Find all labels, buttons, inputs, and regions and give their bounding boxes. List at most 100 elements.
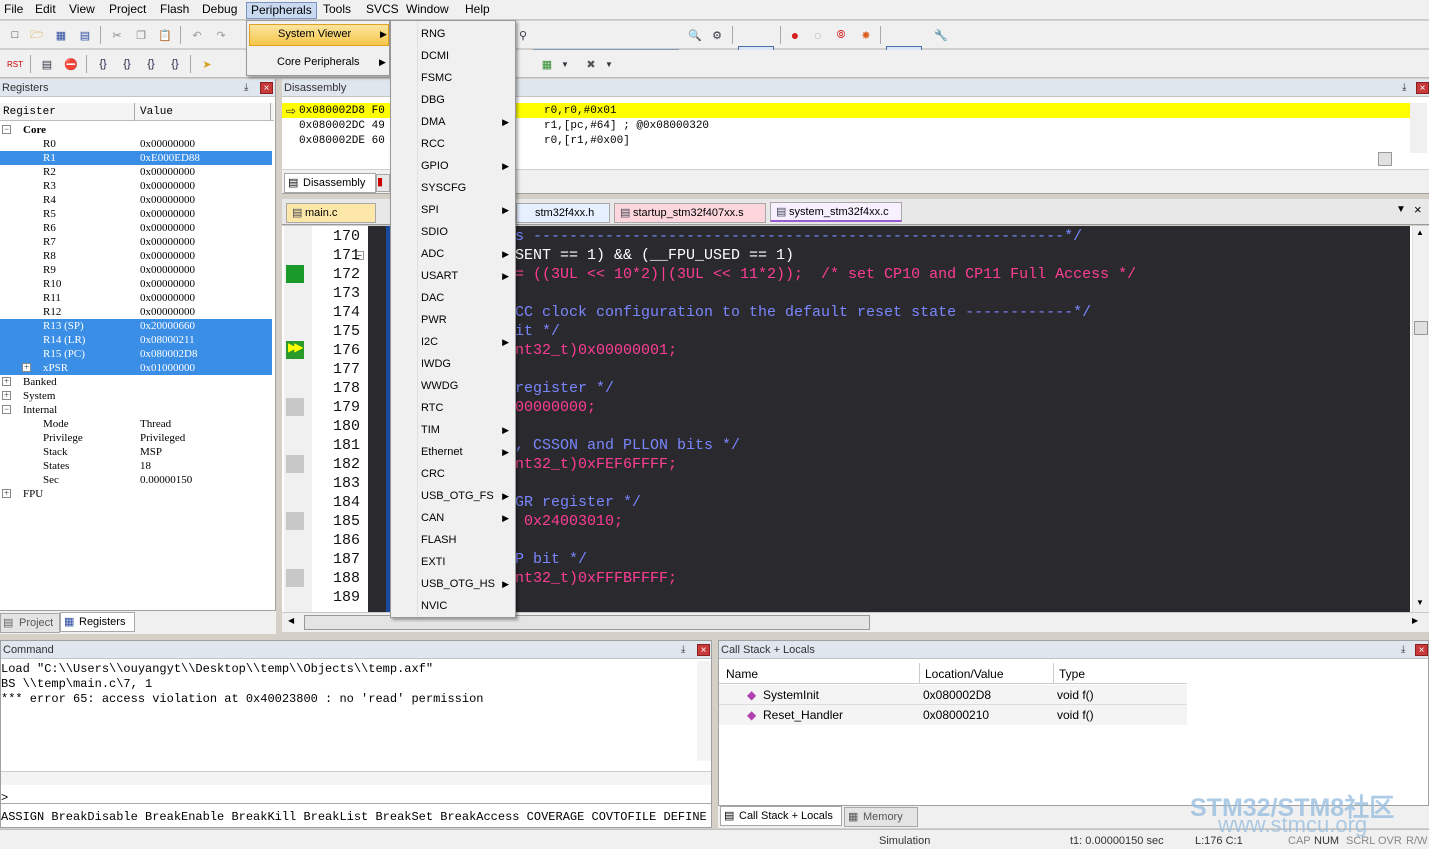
paste-icon[interactable]: 📋	[156, 26, 174, 44]
submenu-item-tim[interactable]: TIM ▶	[391, 419, 515, 441]
tab-project[interactable]: ▤ Project	[0, 613, 60, 633]
cut-icon[interactable]: ✂	[108, 26, 126, 44]
show-next-statement-icon[interactable]: ➤	[198, 55, 216, 73]
register-row[interactable]: R15 (PC) 0x080002D8	[0, 347, 272, 361]
register-row[interactable]: R5 0x00000000	[0, 207, 272, 221]
submenu-item-wwdg[interactable]: WWDG	[391, 375, 515, 397]
close-icon[interactable]: ×	[1416, 82, 1429, 94]
submenu-item-spi[interactable]: SPI ▶	[391, 199, 515, 221]
open-folder-icon[interactable]: 🗁	[28, 26, 46, 44]
scroll-down-icon[interactable]: ▼	[1416, 598, 1424, 607]
step-over-icon[interactable]: {}	[118, 55, 136, 73]
menu-project[interactable]: Project	[105, 2, 150, 19]
tab-startup-s[interactable]: ▤ startup_stm32f407xx.s	[614, 203, 766, 223]
register-row[interactable]: Sec 0.00000150	[0, 473, 272, 487]
tab-memory-1[interactable]: ▦Memory 1	[844, 807, 918, 841]
submenu-item-dbg[interactable]: DBG	[391, 89, 515, 111]
menu-svcs[interactable]: SVCS	[362, 2, 403, 19]
register-row[interactable]: R0 0x00000000	[0, 137, 272, 151]
pin-icon[interactable]: ⤓	[681, 644, 685, 655]
tab-stm32f4xx-h[interactable]: stm32f4xx.h	[516, 203, 610, 223]
register-row[interactable]: R9 0x00000000	[0, 263, 272, 277]
step-in-icon[interactable]: {}	[94, 55, 112, 73]
submenu-item-exti[interactable]: EXTI	[391, 551, 515, 573]
menu-file[interactable]: File	[0, 2, 27, 19]
callstack-row[interactable]: ◆ SystemInit 0x080002D8 void f()	[719, 685, 1187, 705]
submenu-item-dcmi[interactable]: DCMI	[391, 45, 515, 67]
tree-expander[interactable]: +	[22, 363, 31, 372]
register-row[interactable]: Mode Thread	[0, 417, 272, 431]
enable-breakpoint-icon[interactable]: ○	[809, 26, 827, 44]
scroll-up-icon[interactable]: ▲	[1416, 228, 1424, 237]
new-file-icon[interactable]: □	[6, 26, 24, 44]
register-row[interactable]: − Internal	[0, 403, 272, 417]
close-icon[interactable]: ×	[697, 644, 710, 656]
menu-item-core-peripherals[interactable]: Core Peripherals ▶	[249, 53, 389, 75]
register-row[interactable]: + System	[0, 389, 272, 403]
run-to-cursor-icon[interactable]: {}	[166, 55, 184, 73]
tree-expander[interactable]: +	[2, 391, 11, 400]
toolbox-icon[interactable]: ✖	[582, 55, 600, 73]
pin-icon[interactable]: ⤓	[244, 82, 248, 93]
find-icon[interactable]: ⚲	[514, 26, 532, 44]
register-row[interactable]: Privilege Privileged	[0, 431, 272, 445]
submenu-item-rng[interactable]: RNG	[391, 23, 515, 45]
save-all-icon[interactable]: ▤	[76, 26, 94, 44]
insert-breakpoint-icon[interactable]: ●	[786, 26, 804, 44]
register-row[interactable]: Stack MSP	[0, 445, 272, 459]
submenu-item-flash[interactable]: FLASH	[391, 529, 515, 551]
submenu-item-dma[interactable]: DMA ▶	[391, 111, 515, 133]
scroll-right-icon[interactable]: ▶	[1412, 616, 1418, 625]
register-row[interactable]: R6 0x00000000	[0, 221, 272, 235]
reset-icon[interactable]: RST	[6, 55, 24, 73]
command-scrollbar[interactable]	[697, 661, 711, 761]
incremental-find-icon[interactable]: ⚙	[708, 26, 726, 44]
submenu-item-usb_otg_fs[interactable]: USB_OTG_FS ▶	[391, 485, 515, 507]
tab-disassembly[interactable]: ▤ Disassembly	[284, 173, 376, 193]
submenu-item-can[interactable]: CAN ▶	[391, 507, 515, 529]
register-row[interactable]: − Core	[0, 123, 272, 137]
chevron-down-icon[interactable]: ▼	[556, 55, 574, 73]
tree-expander[interactable]: −	[2, 405, 11, 414]
find-in-files-icon[interactable]: 🔍	[686, 26, 704, 44]
register-row[interactable]: R2 0x00000000	[0, 165, 272, 179]
redo-icon[interactable]: ↷	[212, 26, 230, 44]
editor-hscroll-thumb[interactable]	[304, 615, 870, 630]
submenu-item-i2c[interactable]: I2C ▶	[391, 331, 515, 353]
stop-icon[interactable]: ⛔	[62, 55, 80, 73]
register-row[interactable]: R1 0xE000ED88	[0, 151, 272, 165]
command-hscrollbar[interactable]	[1, 771, 711, 785]
submenu-item-sdio[interactable]: SDIO	[391, 221, 515, 243]
register-row[interactable]: + xPSR 0x01000000	[0, 361, 272, 375]
submenu-item-nvic[interactable]: NVIC	[391, 595, 515, 617]
disasm-scrollbar[interactable]	[1410, 103, 1427, 153]
editor-scroll-thumb[interactable]	[1414, 321, 1428, 335]
chevron-down-icon[interactable]: ▼	[600, 55, 618, 73]
pin-icon[interactable]: ⤓	[1402, 82, 1406, 93]
register-row[interactable]: + Banked	[0, 375, 272, 389]
step-out-icon[interactable]: {}	[142, 55, 160, 73]
save-icon[interactable]: ▦	[52, 26, 70, 44]
register-row[interactable]: R11 0x00000000	[0, 291, 272, 305]
disasm-scroll-thumb[interactable]	[1378, 152, 1392, 166]
register-row[interactable]: States 18	[0, 459, 272, 473]
register-row[interactable]: R12 0x00000000	[0, 305, 272, 319]
submenu-item-gpio[interactable]: GPIO ▶	[391, 155, 515, 177]
register-row[interactable]: R4 0x00000000	[0, 193, 272, 207]
submenu-item-usb_otg_hs[interactable]: USB_OTG_HS ▶	[391, 573, 515, 595]
submenu-item-rcc[interactable]: RCC	[391, 133, 515, 155]
submenu-item-adc[interactable]: ADC ▶	[391, 243, 515, 265]
register-row[interactable]: R10 0x00000000	[0, 277, 272, 291]
submenu-item-iwdg[interactable]: IWDG	[391, 353, 515, 375]
close-icon[interactable]: ×	[260, 82, 273, 94]
menu-help[interactable]: Help	[461, 2, 494, 19]
submenu-item-syscfg[interactable]: SYSCFG	[391, 177, 515, 199]
register-row[interactable]: R3 0x00000000	[0, 179, 272, 193]
pin-icon[interactable]: ⤓	[1401, 644, 1405, 655]
menu-window[interactable]: Window	[402, 2, 453, 19]
tree-expander[interactable]: +	[2, 377, 11, 386]
tab-system-stm32f4xx-c[interactable]: ▤ system_stm32f4xx.c	[770, 202, 902, 222]
submenu-item-rtc[interactable]: RTC	[391, 397, 515, 419]
tree-expander[interactable]: −	[2, 125, 11, 134]
tab-callstack[interactable]: ▤ Call Stack + Locals	[720, 806, 842, 826]
